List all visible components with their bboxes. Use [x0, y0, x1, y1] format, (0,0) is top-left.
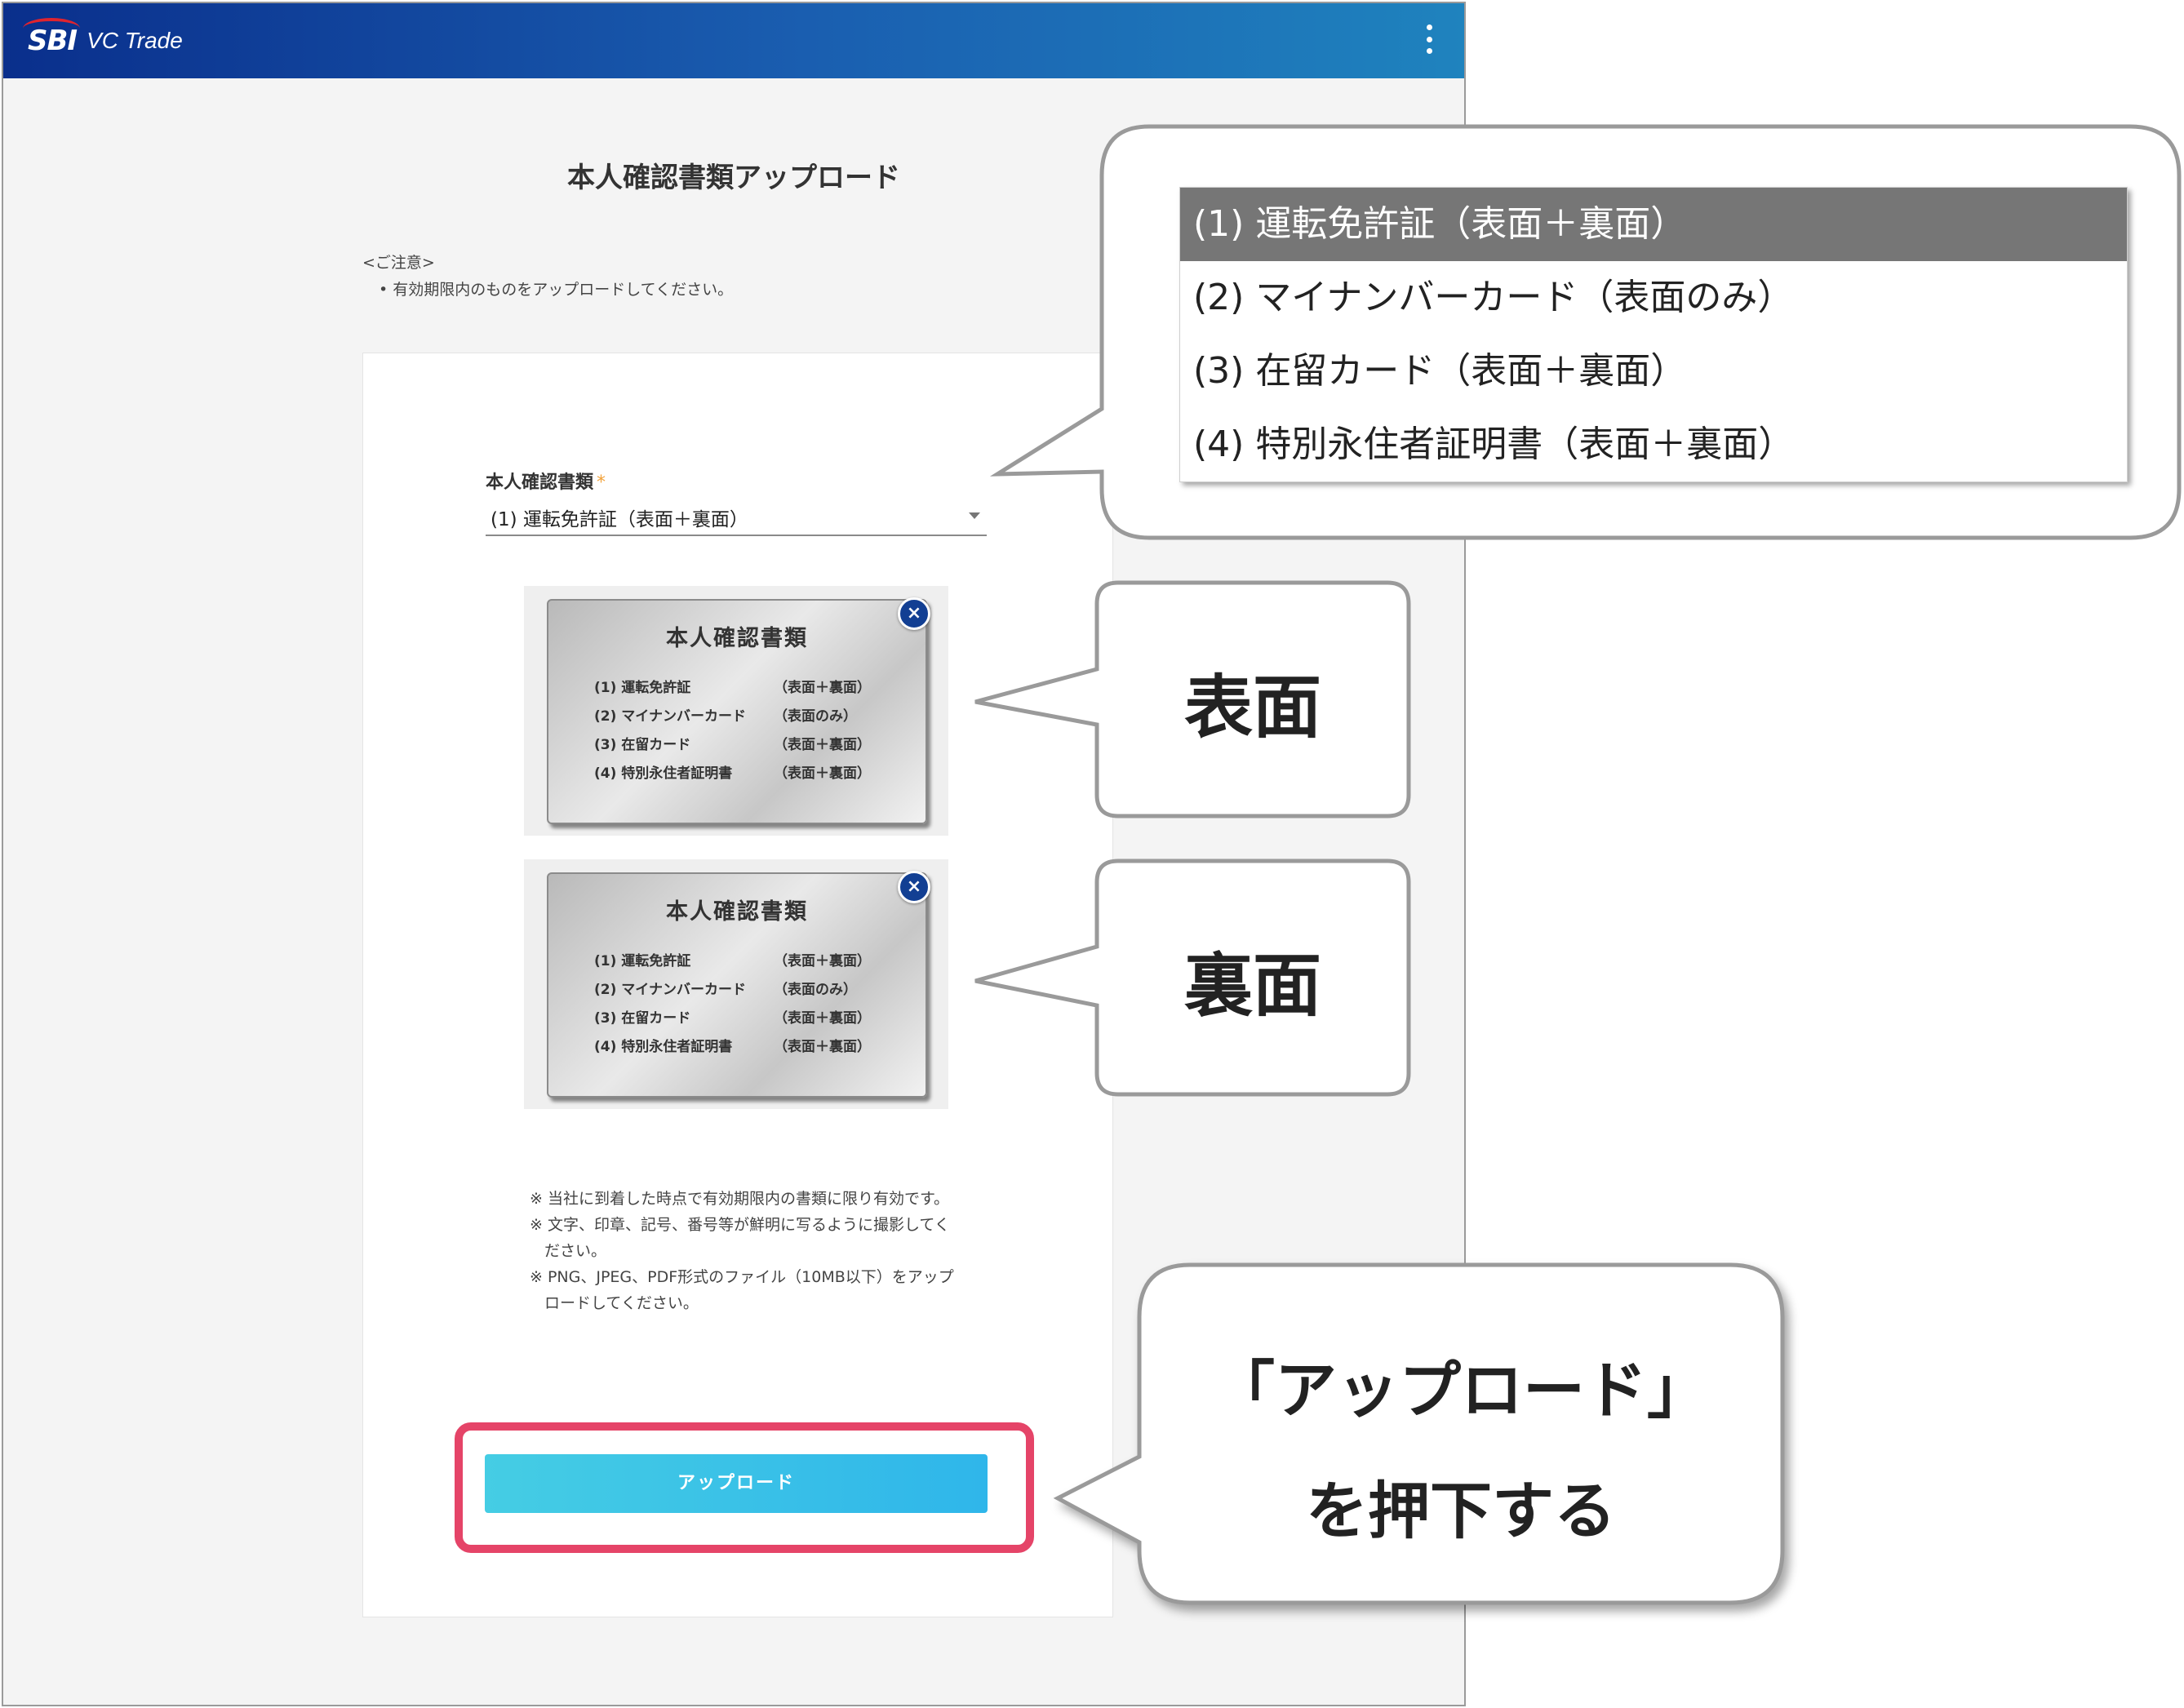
- dropdown-option[interactable]: (4) 特別永住者証明書（表面＋裏面）: [1180, 408, 2127, 481]
- upload-callout-text-line2: を押下する: [1306, 1475, 1616, 1547]
- document-type-dropdown: (1) 運転免許証（表面＋裏面） (2) マイナンバーカード（表面のみ） (3)…: [1179, 187, 2128, 482]
- dropdown-option[interactable]: (2) マイナンバーカード（表面のみ）: [1180, 261, 2127, 335]
- upload-callout-text-line1: 「アップロード」: [1213, 1354, 1709, 1426]
- dropdown-option[interactable]: (1) 運転免許証（表面＋裏面）: [1180, 188, 2127, 261]
- upload-callout-bubble: [1053, 1262, 1785, 1605]
- back-callout-text: 裏面: [1183, 946, 1321, 1026]
- front-callout-text: 表面: [1183, 668, 1321, 748]
- dropdown-option[interactable]: (3) 在留カード（表面＋裏面）: [1180, 335, 2127, 408]
